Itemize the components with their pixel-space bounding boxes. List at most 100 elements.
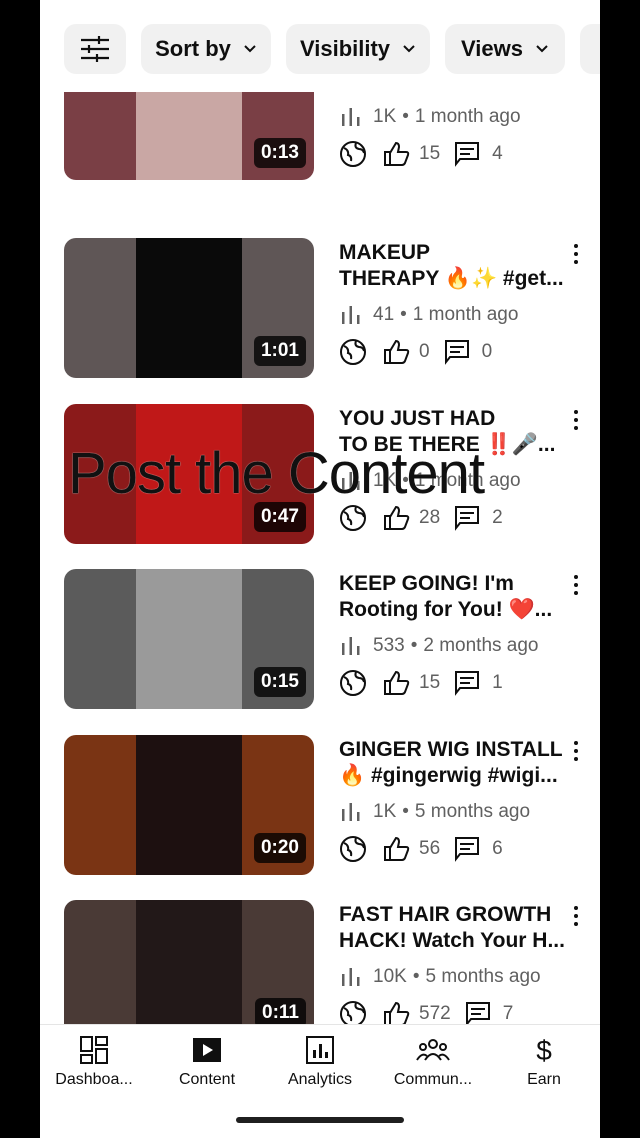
nav-community[interactable]: Commun... (383, 1035, 483, 1089)
upload-age: 1 month ago (412, 304, 519, 325)
thumbnail-frame (136, 900, 242, 1024)
video-list[interactable]: 0:13 Let this be your Sign to Keep Pushi… (40, 92, 600, 1024)
views-label: Views (461, 36, 523, 61)
views-bars-icon (342, 306, 360, 324)
meta-separator: • (400, 304, 407, 325)
svg-text:$: $ (536, 1035, 552, 1065)
more-options-button[interactable] (566, 573, 586, 597)
like-count: 56 (419, 838, 441, 859)
video-stats: 28 2 (339, 504, 503, 532)
globe-icon (340, 505, 366, 531)
video-title[interactable]: FAST HAIR GROWTH HACK! Watch Your H... (339, 902, 569, 954)
comment-count: 7 (502, 1003, 514, 1024)
thumbs-up-icon (384, 836, 410, 861)
bottom-navigation: Dashboa... Content Analytics Commun... $ (40, 1024, 600, 1138)
video-list-item[interactable]: 0:20 GINGER WIG INSTALL 🔥 #gingerwig #wi… (40, 735, 600, 875)
view-count: 1K (373, 801, 397, 822)
comment-count: 1 (492, 672, 503, 693)
more-options-button[interactable] (566, 242, 586, 266)
comment-count: 0 (481, 341, 493, 362)
next-filter-chip[interactable] (580, 24, 600, 74)
nav-earn[interactable]: $ Earn (494, 1035, 594, 1089)
studio-screen: Sort by Visibility Views 0:13 Let this b… (40, 0, 600, 1138)
duration-badge: 0:13 (253, 138, 306, 168)
thumbs-up-icon (384, 1001, 410, 1024)
video-title[interactable]: Let this be your Sign to Keep Pushing, K… (339, 92, 569, 94)
visibility-chip[interactable]: Visibility (286, 24, 430, 74)
video-title-line: 🔥 #gingerwig #wigi... (339, 764, 558, 787)
home-indicator[interactable] (236, 1117, 404, 1123)
nav-dashboard-label: Dashboa... (55, 1071, 133, 1088)
more-options-button[interactable] (566, 408, 586, 432)
video-thumbnail[interactable]: 0:13 (64, 92, 314, 180)
dollar-icon: $ (536, 1035, 552, 1065)
more-options-button[interactable] (566, 904, 586, 928)
video-thumbnail[interactable]: 1:01 (64, 238, 314, 378)
like-count: 572 (419, 1003, 451, 1024)
video-stats: 15 1 (339, 669, 503, 697)
video-title[interactable]: GINGER WIG INSTALL 🔥 #gingerwig #wigi... (339, 737, 569, 789)
duration-badge: 0:20 (253, 833, 306, 863)
video-title-line: GINGER WIG INSTALL (339, 738, 563, 761)
analytics-icon (306, 1036, 334, 1064)
video-title[interactable]: MAKEUP THERAPY 🔥✨ #get... (339, 240, 569, 292)
comment-count: 4 (492, 143, 503, 164)
video-title[interactable]: KEEP GOING! I'm Rooting for You! ❤️... (339, 571, 569, 623)
video-title-line: HACK! Watch Your H... (339, 929, 565, 952)
video-thumbnail[interactable]: 0:20 (64, 735, 314, 875)
meta-separator: • (402, 801, 409, 822)
video-list-item[interactable]: 0:13 Let this be your Sign to Keep Pushi… (40, 92, 600, 180)
globe-icon (340, 670, 366, 696)
video-title-line: to Keep Pushing, Kee... (339, 92, 569, 94)
nav-dashboard[interactable]: Dashboa... (44, 1035, 144, 1089)
nav-analytics[interactable]: Analytics (270, 1035, 370, 1089)
sort-by-label: Sort by (155, 36, 231, 61)
views-chip[interactable]: Views (445, 24, 565, 74)
upload-age: 2 months ago (423, 635, 539, 656)
thumbnail-frame (136, 735, 242, 875)
video-title-line: KEEP GOING! I'm (339, 572, 514, 595)
view-count: 533 (373, 635, 405, 656)
nav-earn-label: Earn (527, 1071, 561, 1088)
video-stats: 572 7 (339, 1000, 513, 1024)
duration-badge: 0:15 (253, 667, 306, 697)
thumbs-up-icon (384, 505, 410, 530)
views-bars-icon (342, 108, 360, 126)
thumbnail-frame (136, 238, 242, 378)
video-title-line: THERAPY 🔥✨ #get... (339, 267, 564, 290)
filter-bar: Sort by Visibility Views (40, 0, 600, 92)
nav-analytics-label: Analytics (287, 1071, 353, 1088)
thumbs-up-icon (384, 141, 410, 166)
video-list-item[interactable]: 0:15 KEEP GOING! I'm Rooting for You! ❤️… (40, 569, 600, 709)
video-meta: 1K • 1 month ago (341, 106, 521, 128)
like-count: 28 (419, 507, 441, 528)
video-stats: 15 4 (339, 140, 503, 168)
video-thumbnail[interactable]: 0:11 (64, 900, 314, 1024)
video-list-item[interactable]: 0:11 FAST HAIR GROWTH HACK! Watch Your H… (40, 900, 600, 1024)
comment-icon (465, 1002, 490, 1024)
nav-content-label: Content (178, 1071, 236, 1088)
nav-content[interactable]: Content (157, 1035, 257, 1089)
sort-by-chip[interactable]: Sort by (141, 24, 271, 74)
video-thumbnail[interactable]: 0:15 (64, 569, 314, 709)
upload-age: 5 months ago (425, 966, 541, 987)
duration-badge: 0:11 (255, 998, 306, 1024)
like-count: 15 (419, 143, 441, 164)
chevron-down-icon (536, 45, 548, 53)
visibility-label: Visibility (299, 36, 391, 61)
nav-community-label: Commun... (393, 1071, 473, 1088)
duration-badge: 1:01 (253, 336, 306, 366)
more-options-button[interactable] (566, 739, 586, 763)
filter-options-button[interactable] (64, 24, 126, 74)
content-play-icon (193, 1038, 221, 1062)
community-icon (416, 1039, 450, 1061)
like-count: 0 (419, 341, 430, 362)
video-meta: 1K • 5 months ago (341, 801, 530, 823)
video-stats: 56 6 (339, 835, 503, 863)
video-meta: 41 • 1 month ago (341, 304, 518, 326)
video-list-item[interactable]: 1:01 MAKEUP THERAPY 🔥✨ #get... 41 • 1 mo… (40, 238, 600, 378)
meta-separator: • (402, 106, 409, 127)
overlay-caption: Post the Content (68, 441, 485, 506)
meta-separator: • (410, 635, 418, 656)
thumbs-up-icon (384, 339, 410, 364)
